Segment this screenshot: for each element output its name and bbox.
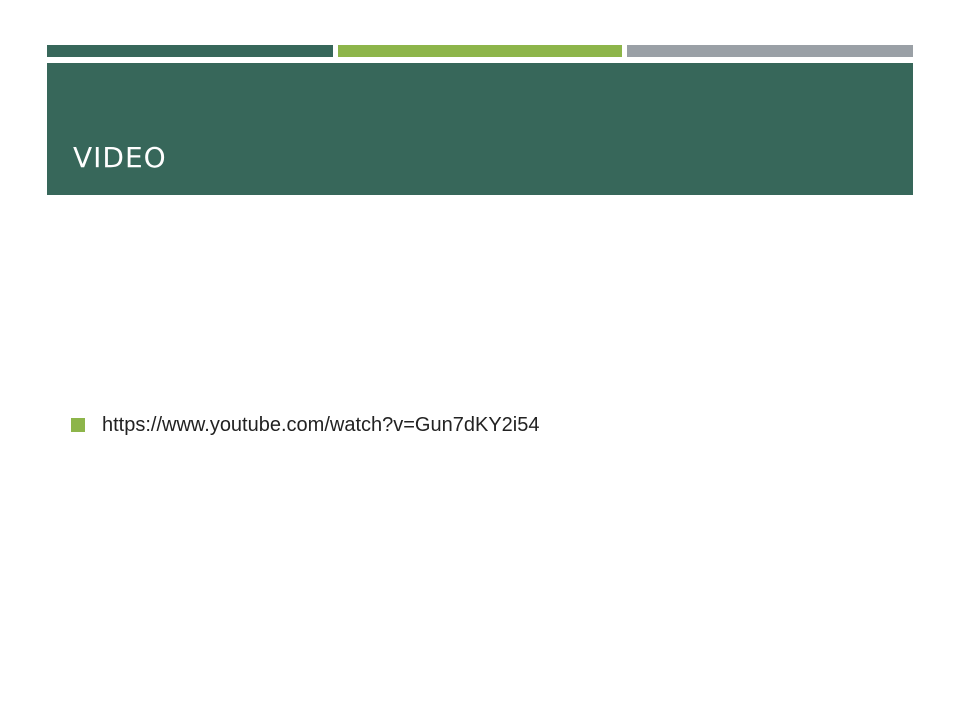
slide: VIDEO https://www.youtube.com/watch?v=Gu… xyxy=(0,0,960,720)
square-bullet-icon xyxy=(71,418,85,432)
accent-bar-light-green xyxy=(338,45,622,57)
title-band: VIDEO xyxy=(47,63,913,195)
slide-title: VIDEO xyxy=(73,141,167,174)
accent-bar-gray xyxy=(627,45,913,57)
bullet-list: https://www.youtube.com/watch?v=Gun7dKY2… xyxy=(71,410,539,440)
video-link[interactable]: https://www.youtube.com/watch?v=Gun7dKY2… xyxy=(102,414,539,437)
list-item: https://www.youtube.com/watch?v=Gun7dKY2… xyxy=(71,410,539,440)
accent-bar-dark-green xyxy=(47,45,333,57)
